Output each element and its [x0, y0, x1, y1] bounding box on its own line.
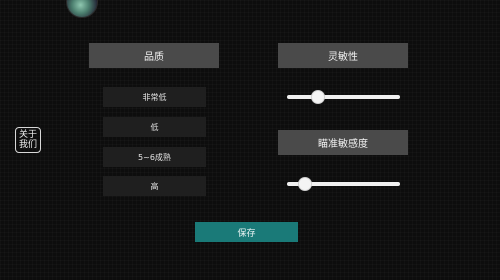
quality-option-very-low[interactable]: 非常低 — [103, 87, 206, 107]
about-us-button[interactable]: 关于 我们 — [15, 127, 41, 153]
quality-header: 品质 — [89, 43, 219, 68]
aim-sensitivity-header: 瞄准敏感度 — [278, 130, 408, 155]
aim-sensitivity-slider[interactable] — [287, 177, 400, 191]
save-button[interactable]: 保存 — [195, 222, 298, 242]
sensitivity-title: 灵敏性 — [328, 52, 358, 63]
quality-option-low[interactable]: 低 — [103, 117, 206, 137]
slider-thumb[interactable] — [310, 90, 325, 104]
aim-sensitivity-title: 瞄准敏感度 — [318, 139, 368, 150]
quality-option-label: 非常低 — [142, 92, 167, 102]
slider-track[interactable] — [287, 95, 400, 99]
sensitivity-slider[interactable] — [287, 90, 400, 104]
quality-option-medium[interactable]: 5~6成熟 — [103, 147, 206, 167]
quality-title: 品质 — [144, 52, 164, 63]
quality-option-label: 低 — [150, 122, 159, 132]
quality-option-label: 5~6成熟 — [138, 152, 171, 162]
sensitivity-header: 灵敏性 — [278, 43, 408, 68]
slider-thumb[interactable] — [298, 177, 313, 191]
save-label: 保存 — [237, 228, 256, 239]
about-us-label: 关于 我们 — [18, 130, 37, 150]
quality-option-high[interactable]: 高 — [103, 176, 206, 196]
quality-option-label: 高 — [150, 181, 159, 191]
